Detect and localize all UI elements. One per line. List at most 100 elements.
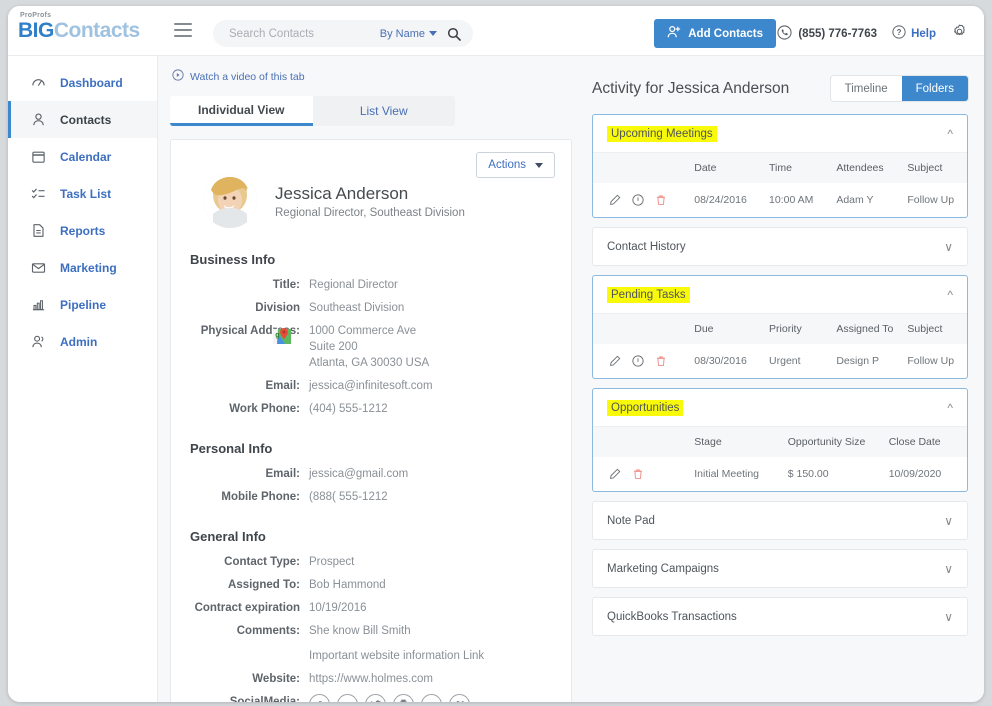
panel-header[interactable]: QuickBooks Transactions ∨ [593, 598, 967, 635]
question-mark-icon: ? [892, 25, 906, 42]
vimeo-icon[interactable]: V [449, 694, 470, 702]
cell-close-date: 10/09/2020 [888, 468, 942, 480]
panel-header[interactable]: Contact History ∨ [593, 228, 967, 265]
delete-icon[interactable] [632, 468, 644, 480]
help-link[interactable]: ? Help [892, 25, 936, 42]
column-header: Close Date [884, 426, 967, 457]
panel-marketing-campaigns: Marketing Campaigns ∨ [592, 549, 968, 588]
add-user-icon [667, 25, 681, 42]
tab-list-view[interactable]: List View [312, 96, 455, 126]
delete-icon[interactable] [655, 194, 667, 206]
field-value[interactable]: https://www.holmes.com [309, 671, 433, 687]
twitter-icon[interactable] [365, 694, 386, 702]
cell-time: 10:00 AM [769, 194, 814, 206]
sidebar-item-pipeline[interactable]: Pipeline [8, 286, 157, 323]
delete-icon[interactable] [655, 355, 667, 367]
field-label: Contact Type: [224, 556, 300, 568]
field-value: 1000 Commerce Ave Suite 200 Atlanta, GA … [309, 323, 429, 371]
info-icon[interactable] [632, 355, 644, 367]
chevron-up-icon[interactable]: ^ [947, 402, 953, 414]
info-icon[interactable] [632, 194, 644, 206]
field-title: Title: Regional Director [187, 277, 555, 293]
comment-line-1: She know Bill Smith [309, 625, 411, 637]
sidebar-item-task-list[interactable]: Task List [8, 175, 157, 212]
hamburger-icon[interactable] [174, 23, 192, 37]
field-label: Title: [272, 279, 300, 291]
field-value: She know Bill Smith Important website in… [309, 623, 484, 664]
google-maps-pin-icon[interactable]: g [271, 325, 293, 352]
sidebar-item-label: Marketing [60, 260, 117, 275]
section-title-general-info: General Info [190, 529, 266, 544]
cell-subject: Follow Up [907, 355, 955, 367]
panel-title: Opportunities [607, 399, 684, 416]
field-social-media: SocialMedia: f in V [187, 694, 555, 702]
chevron-up-icon[interactable]: ^ [947, 128, 953, 140]
panel-header[interactable]: Note Pad ∨ [593, 502, 967, 539]
panel-quickbooks-transactions: QuickBooks Transactions ∨ [592, 597, 968, 636]
cell-assigned-to: Design P [836, 355, 879, 367]
panel-header[interactable]: Pending Tasks ^ [593, 276, 967, 313]
cell-stage: Initial Meeting [694, 468, 760, 480]
tab-individual-view[interactable]: Individual View [170, 96, 313, 126]
address-line-2: Suite 200 [309, 341, 358, 353]
sidebar-item-marketing[interactable]: Marketing [8, 249, 157, 286]
panel-header[interactable]: Opportunities ^ [593, 389, 967, 426]
edit-icon[interactable] [609, 194, 621, 206]
activity-title: Activity for Jessica Anderson [592, 79, 790, 97]
facebook-icon[interactable]: f [309, 694, 330, 702]
sidebar-item-admin[interactable]: Admin [8, 323, 157, 360]
gear-icon[interactable] [951, 23, 968, 45]
chevron-down-icon[interactable]: ∨ [944, 611, 953, 623]
search-filter-label: By Name [379, 27, 425, 40]
field-value: Southeast Division [309, 302, 405, 314]
sidebar-item-dashboard[interactable]: Dashboard [8, 64, 157, 101]
panel-title: Upcoming Meetings [607, 125, 717, 142]
edit-icon[interactable] [609, 355, 621, 367]
table-header-row: Date Time Attendees Subject [593, 152, 967, 183]
actions-button[interactable]: Actions [476, 152, 555, 178]
sidebar-item-label: Reports [60, 223, 106, 238]
chevron-up-icon[interactable]: ^ [947, 289, 953, 301]
brand-logo[interactable]: ProProfs BIGContacts [18, 12, 158, 42]
edit-icon[interactable] [609, 468, 621, 480]
document-icon [30, 223, 46, 238]
column-header: Time [765, 152, 833, 183]
watch-video-link[interactable]: Watch a video of this tab [172, 69, 572, 84]
field-label: Contract expiration [194, 602, 300, 614]
column-header: Subject [903, 313, 967, 344]
meetings-table: Date Time Attendees Subject 08/24/2016 1… [593, 152, 967, 217]
panel-header[interactable]: Marketing Campaigns ∨ [593, 550, 967, 587]
row-actions [593, 457, 690, 491]
column-header: Priority [765, 313, 833, 344]
social-media-links: f in V [309, 694, 470, 702]
flickr-icon[interactable] [421, 694, 442, 702]
tasks-table: Due Priority Assigned To Subject 08/30/2… [593, 313, 967, 378]
field-label: Division [255, 302, 300, 314]
sidebar-item-contacts[interactable]: Contacts [8, 101, 157, 138]
tab-folders[interactable]: Folders [901, 76, 968, 101]
field-work-phone: Work Phone: (404) 555-1212 [187, 401, 555, 417]
sidebar-item-reports[interactable]: Reports [8, 212, 157, 249]
chevron-down-icon[interactable]: ∨ [944, 563, 953, 575]
tab-timeline[interactable]: Timeline [830, 76, 902, 101]
chevron-down-icon[interactable]: ∨ [944, 515, 953, 527]
field-label: SocialMedia: [229, 696, 300, 702]
column-header: Due [690, 313, 766, 344]
field-website: Website: https://www.holmes.com [187, 671, 555, 687]
search-filter-dropdown[interactable]: By Name [380, 28, 437, 40]
application-window: ProProfs BIGContacts By Name Add Contact… [8, 6, 984, 702]
linkedin-icon[interactable]: in [337, 694, 358, 702]
field-contact-type: Contact Type: Prospect [187, 554, 555, 570]
panel-opportunities: Opportunities ^ Stage Opportunity Size C… [592, 388, 968, 492]
panel-title: Note Pad [607, 514, 655, 527]
add-contacts-button[interactable]: Add Contacts [654, 19, 776, 48]
youtube-icon[interactable] [393, 694, 414, 702]
search-icon[interactable] [447, 27, 461, 41]
panel-header[interactable]: Upcoming Meetings ^ [593, 115, 967, 152]
sidebar-item-calendar[interactable]: Calendar [8, 138, 157, 175]
search-input[interactable] [227, 26, 377, 41]
table-row: 08/30/2016 Urgent Design P Follow Up [593, 344, 967, 378]
chevron-down-icon[interactable]: ∨ [944, 241, 953, 253]
support-phone[interactable]: (855) 776-7763 [777, 25, 877, 43]
address-line-3: Atlanta, GA 30030 USA [309, 357, 430, 369]
